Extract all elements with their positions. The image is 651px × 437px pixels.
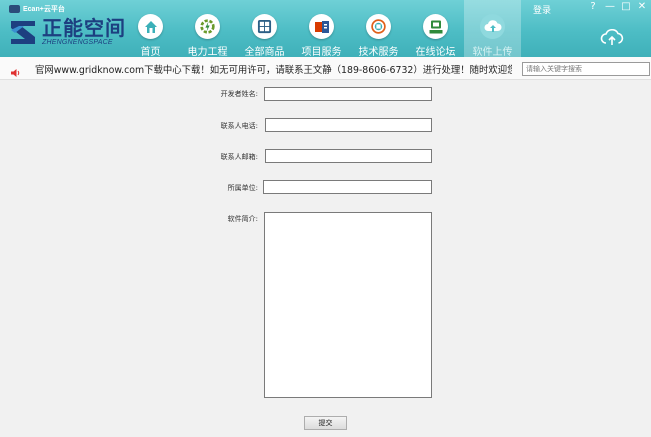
nav-software-upload-label: 软件上传 <box>472 47 513 58</box>
window-title: Ecan+云平台 <box>9 4 65 14</box>
developer-name-label: 开发者姓名: <box>220 90 258 98</box>
nav-home-label: 首页 <box>140 47 161 58</box>
speaker-icon <box>10 63 21 82</box>
maximize-icon[interactable]: □ <box>619 1 633 12</box>
software-intro-textarea[interactable] <box>264 212 432 398</box>
organization-label: 所属单位: <box>227 184 258 192</box>
contact-email-label: 联系人邮箱: <box>220 153 258 161</box>
organization-field[interactable] <box>263 180 432 194</box>
brand-mark-icon <box>9 17 39 48</box>
nav-all-products[interactable]: 全部商品 <box>236 0 293 58</box>
main-nav: 首页 电力工程 全部商品 项目服务 技术服务 在线论坛 软件上传 <box>122 0 521 58</box>
nav-project-service-label: 项目服务 <box>301 47 342 58</box>
nav-all-products-label: 全部商品 <box>244 47 285 58</box>
app-header: Ecan+云平台 正能空间 ZHENGNENGSPACE 首页 电力工程 全部商… <box>0 0 651 58</box>
contact-phone-label: 联系人电话: <box>220 122 258 130</box>
window-title-text: Ecan+云平台 <box>23 6 65 13</box>
nav-power-engineering-label: 电力工程 <box>187 47 228 58</box>
contact-phone-field[interactable] <box>265 118 432 132</box>
developer-name-field[interactable] <box>264 87 432 101</box>
cloud-sync-icon[interactable] <box>600 28 624 51</box>
minimize-icon[interactable]: — <box>603 1 617 12</box>
login-link[interactable]: 登录 <box>533 3 551 16</box>
software-intro-label: 软件简介: <box>227 215 258 223</box>
help-icon[interactable]: ? <box>586 1 600 12</box>
home-icon <box>138 14 163 39</box>
gear-icon <box>195 14 220 39</box>
grid-icon <box>252 14 277 39</box>
nav-software-upload[interactable]: 软件上传 <box>464 0 521 58</box>
nav-tech-service-label: 技术服务 <box>358 47 399 58</box>
close-icon[interactable]: ✕ <box>635 1 649 12</box>
brand-name-cn: 正能空间 <box>42 16 126 40</box>
nav-online-forum[interactable]: 在线论坛 <box>407 0 464 58</box>
brand-logo: 正能空间 ZHENGNENGSPACE <box>9 17 126 48</box>
nav-power-engineering[interactable]: 电力工程 <box>179 0 236 58</box>
office-icon <box>309 14 334 39</box>
nav-online-forum-label: 在线论坛 <box>415 47 456 58</box>
brand-name-en: ZHENGNENGSPACE <box>42 39 113 46</box>
app-mini-logo-icon <box>9 5 20 13</box>
search-input[interactable] <box>522 62 650 76</box>
support-icon <box>366 14 391 39</box>
nav-project-service[interactable]: 项目服务 <box>293 0 350 58</box>
notice-ticker: 官网www.gridknow.com下载中心下载！如无可用许可，请联系王文静（1… <box>35 65 512 76</box>
nav-tech-service[interactable]: 技术服务 <box>350 0 407 58</box>
cloud-upload-icon <box>480 14 505 39</box>
nav-home[interactable]: 首页 <box>122 0 179 58</box>
submit-button[interactable]: 提交 <box>304 416 347 430</box>
chat-icon <box>423 14 448 39</box>
contact-email-field[interactable] <box>265 149 432 163</box>
